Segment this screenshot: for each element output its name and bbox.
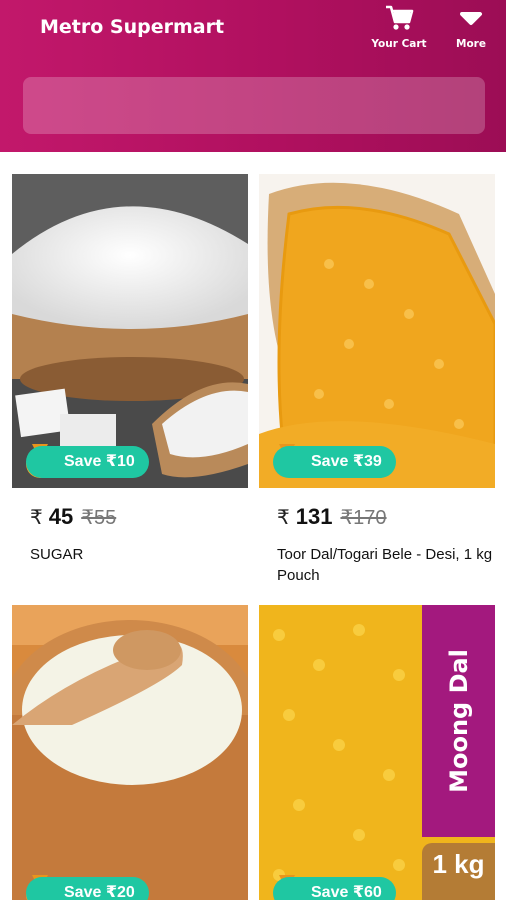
- product-card[interactable]: ₹ Save ₹20: [12, 605, 248, 900]
- product-card[interactable]: Moong Dal 1 kg ₹ Save ₹60: [259, 605, 495, 900]
- product-image: ₹ Save ₹39: [259, 174, 495, 488]
- original-price: ₹170: [340, 507, 387, 529]
- save-badge: Save ₹20: [26, 877, 149, 900]
- price-row: ₹ 45 ₹55: [12, 504, 248, 532]
- store-title: Metro Supermart: [40, 16, 225, 38]
- product-image-qty: 1 kg: [422, 843, 495, 900]
- price-row: ₹ 131 ₹170: [259, 504, 495, 532]
- cart-button[interactable]: Your Cart: [364, 4, 434, 58]
- cart-label: Your Cart: [371, 38, 427, 50]
- save-badge: Save ₹60: [273, 877, 396, 900]
- search-input[interactable]: [23, 77, 485, 134]
- product-image: ₹ Save ₹20: [12, 605, 248, 900]
- product-image-label: Moong Dal: [422, 605, 495, 837]
- product-card[interactable]: ₹ Save ₹39 ₹ 131 ₹170 Toor Dal/Togari Be…: [259, 174, 495, 586]
- product-image-text: Moong Dal: [444, 649, 473, 793]
- more-label: More: [456, 38, 486, 50]
- more-button[interactable]: More: [436, 4, 506, 58]
- product-name: SUGAR: [30, 546, 84, 563]
- product-card[interactable]: ₹ Save ₹10 ₹ 45 ₹55 SUGAR: [12, 174, 248, 565]
- sale-price: 45: [48, 504, 74, 529]
- chevron-down-icon: [460, 12, 482, 25]
- cart-icon: [386, 5, 414, 30]
- product-image: ₹ Save ₹10: [12, 174, 248, 488]
- product-image: Moong Dal 1 kg ₹ Save ₹60: [259, 605, 495, 900]
- save-badge: Save ₹39: [273, 446, 396, 478]
- original-price: ₹55: [81, 507, 117, 529]
- product-name: Toor Dal/Togari Bele - Desi, 1 kg Pouch: [277, 546, 493, 584]
- sale-price: 131: [295, 504, 333, 529]
- currency-symbol: ₹: [30, 507, 43, 529]
- currency-symbol: ₹: [277, 507, 290, 529]
- app-header: Metro Supermart Your Cart More: [0, 0, 506, 152]
- save-badge: Save ₹10: [26, 446, 149, 478]
